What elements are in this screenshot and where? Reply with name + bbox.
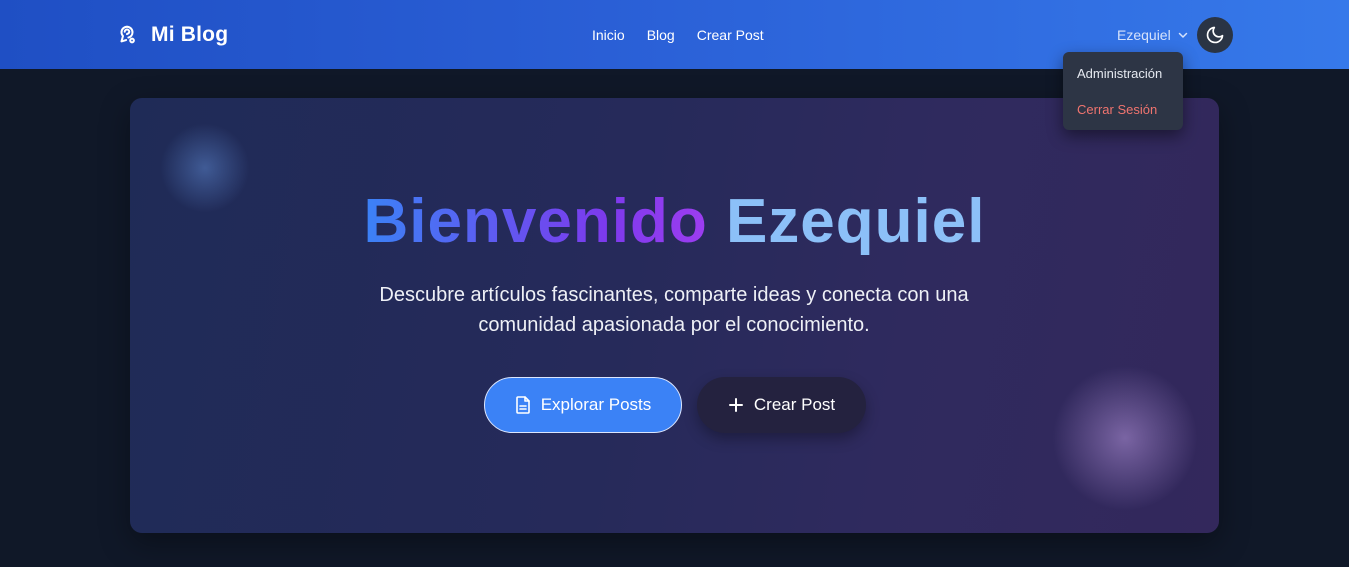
nav-link-blog[interactable]: Blog bbox=[647, 27, 675, 43]
create-post-button[interactable]: Crear Post bbox=[697, 377, 866, 433]
nav-link-crear-post[interactable]: Crear Post bbox=[697, 27, 764, 43]
create-post-label: Crear Post bbox=[753, 395, 836, 414]
brain-icon bbox=[116, 24, 138, 46]
hero-subtitle: Descubre artículos fascinantes, comparte… bbox=[379, 284, 969, 336]
decorative-glow bbox=[1050, 363, 1200, 513]
menu-item-cerrar-sesion[interactable]: Cerrar Sesión bbox=[1063, 102, 1183, 138]
hero-title-username: Ezequiel bbox=[725, 187, 986, 256]
brand-logo[interactable]: Mi Blog bbox=[116, 22, 228, 48]
user-name: Ezequiel bbox=[1117, 27, 1171, 43]
hero-title: Bienvenido Ezequiel bbox=[130, 186, 1219, 258]
explore-posts-label: Explorar Posts bbox=[540, 395, 652, 414]
menu-item-administracion[interactable]: Administración bbox=[1063, 66, 1183, 102]
document-icon bbox=[515, 396, 531, 414]
explore-posts-button[interactable]: Explorar Posts bbox=[484, 377, 682, 433]
plus-icon bbox=[728, 396, 744, 414]
user-dropdown-menu: Administración Cerrar Sesión bbox=[1063, 52, 1183, 130]
brand-title: Mi Blog bbox=[151, 23, 229, 46]
hero-title-greeting: Bienvenido bbox=[363, 187, 708, 256]
nav-links: Inicio Blog Crear Post bbox=[592, 27, 764, 43]
user-menu-toggle[interactable]: Ezequiel bbox=[1117, 27, 1189, 43]
nav-link-inicio[interactable]: Inicio bbox=[592, 27, 625, 43]
moon-icon bbox=[1205, 25, 1225, 45]
theme-toggle-button[interactable] bbox=[1197, 17, 1233, 53]
chevron-down-icon bbox=[1177, 29, 1189, 41]
hero-section: Bienvenido Ezequiel Descubre artículos f… bbox=[130, 98, 1219, 533]
